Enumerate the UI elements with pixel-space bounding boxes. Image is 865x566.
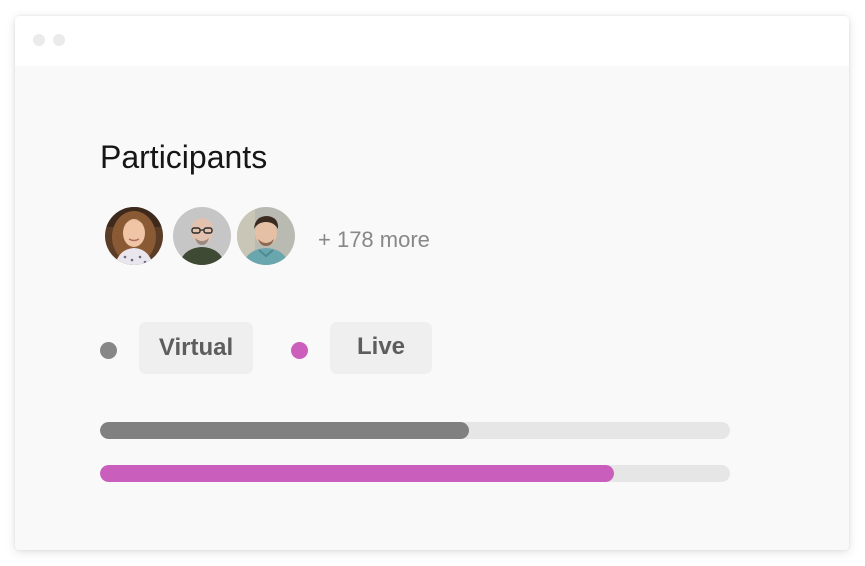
progress-fill-live bbox=[100, 465, 615, 482]
window-control-dot[interactable] bbox=[33, 34, 45, 46]
avatar-woman-long-hair[interactable] bbox=[105, 207, 163, 265]
avatar-young-man-dark-hair[interactable] bbox=[237, 207, 295, 265]
legend-chip-virtual[interactable]: Virtual bbox=[139, 322, 253, 374]
progress-track-live bbox=[100, 465, 730, 482]
legend-dot-live bbox=[291, 342, 308, 359]
progress-fill-virtual bbox=[100, 422, 469, 439]
page-title: Participants bbox=[100, 139, 268, 175]
legend-dot-virtual bbox=[100, 342, 117, 359]
app-window: Participants + 178 more Virtual Live bbox=[15, 16, 849, 550]
more-participants-count[interactable]: + 178 more bbox=[318, 227, 430, 253]
window-titlebar bbox=[15, 16, 849, 66]
avatar-bald-man-glasses[interactable] bbox=[173, 207, 231, 265]
window-control-dot[interactable] bbox=[53, 34, 65, 46]
legend-chip-live[interactable]: Live bbox=[330, 322, 432, 374]
progress-track-virtual bbox=[100, 422, 730, 439]
